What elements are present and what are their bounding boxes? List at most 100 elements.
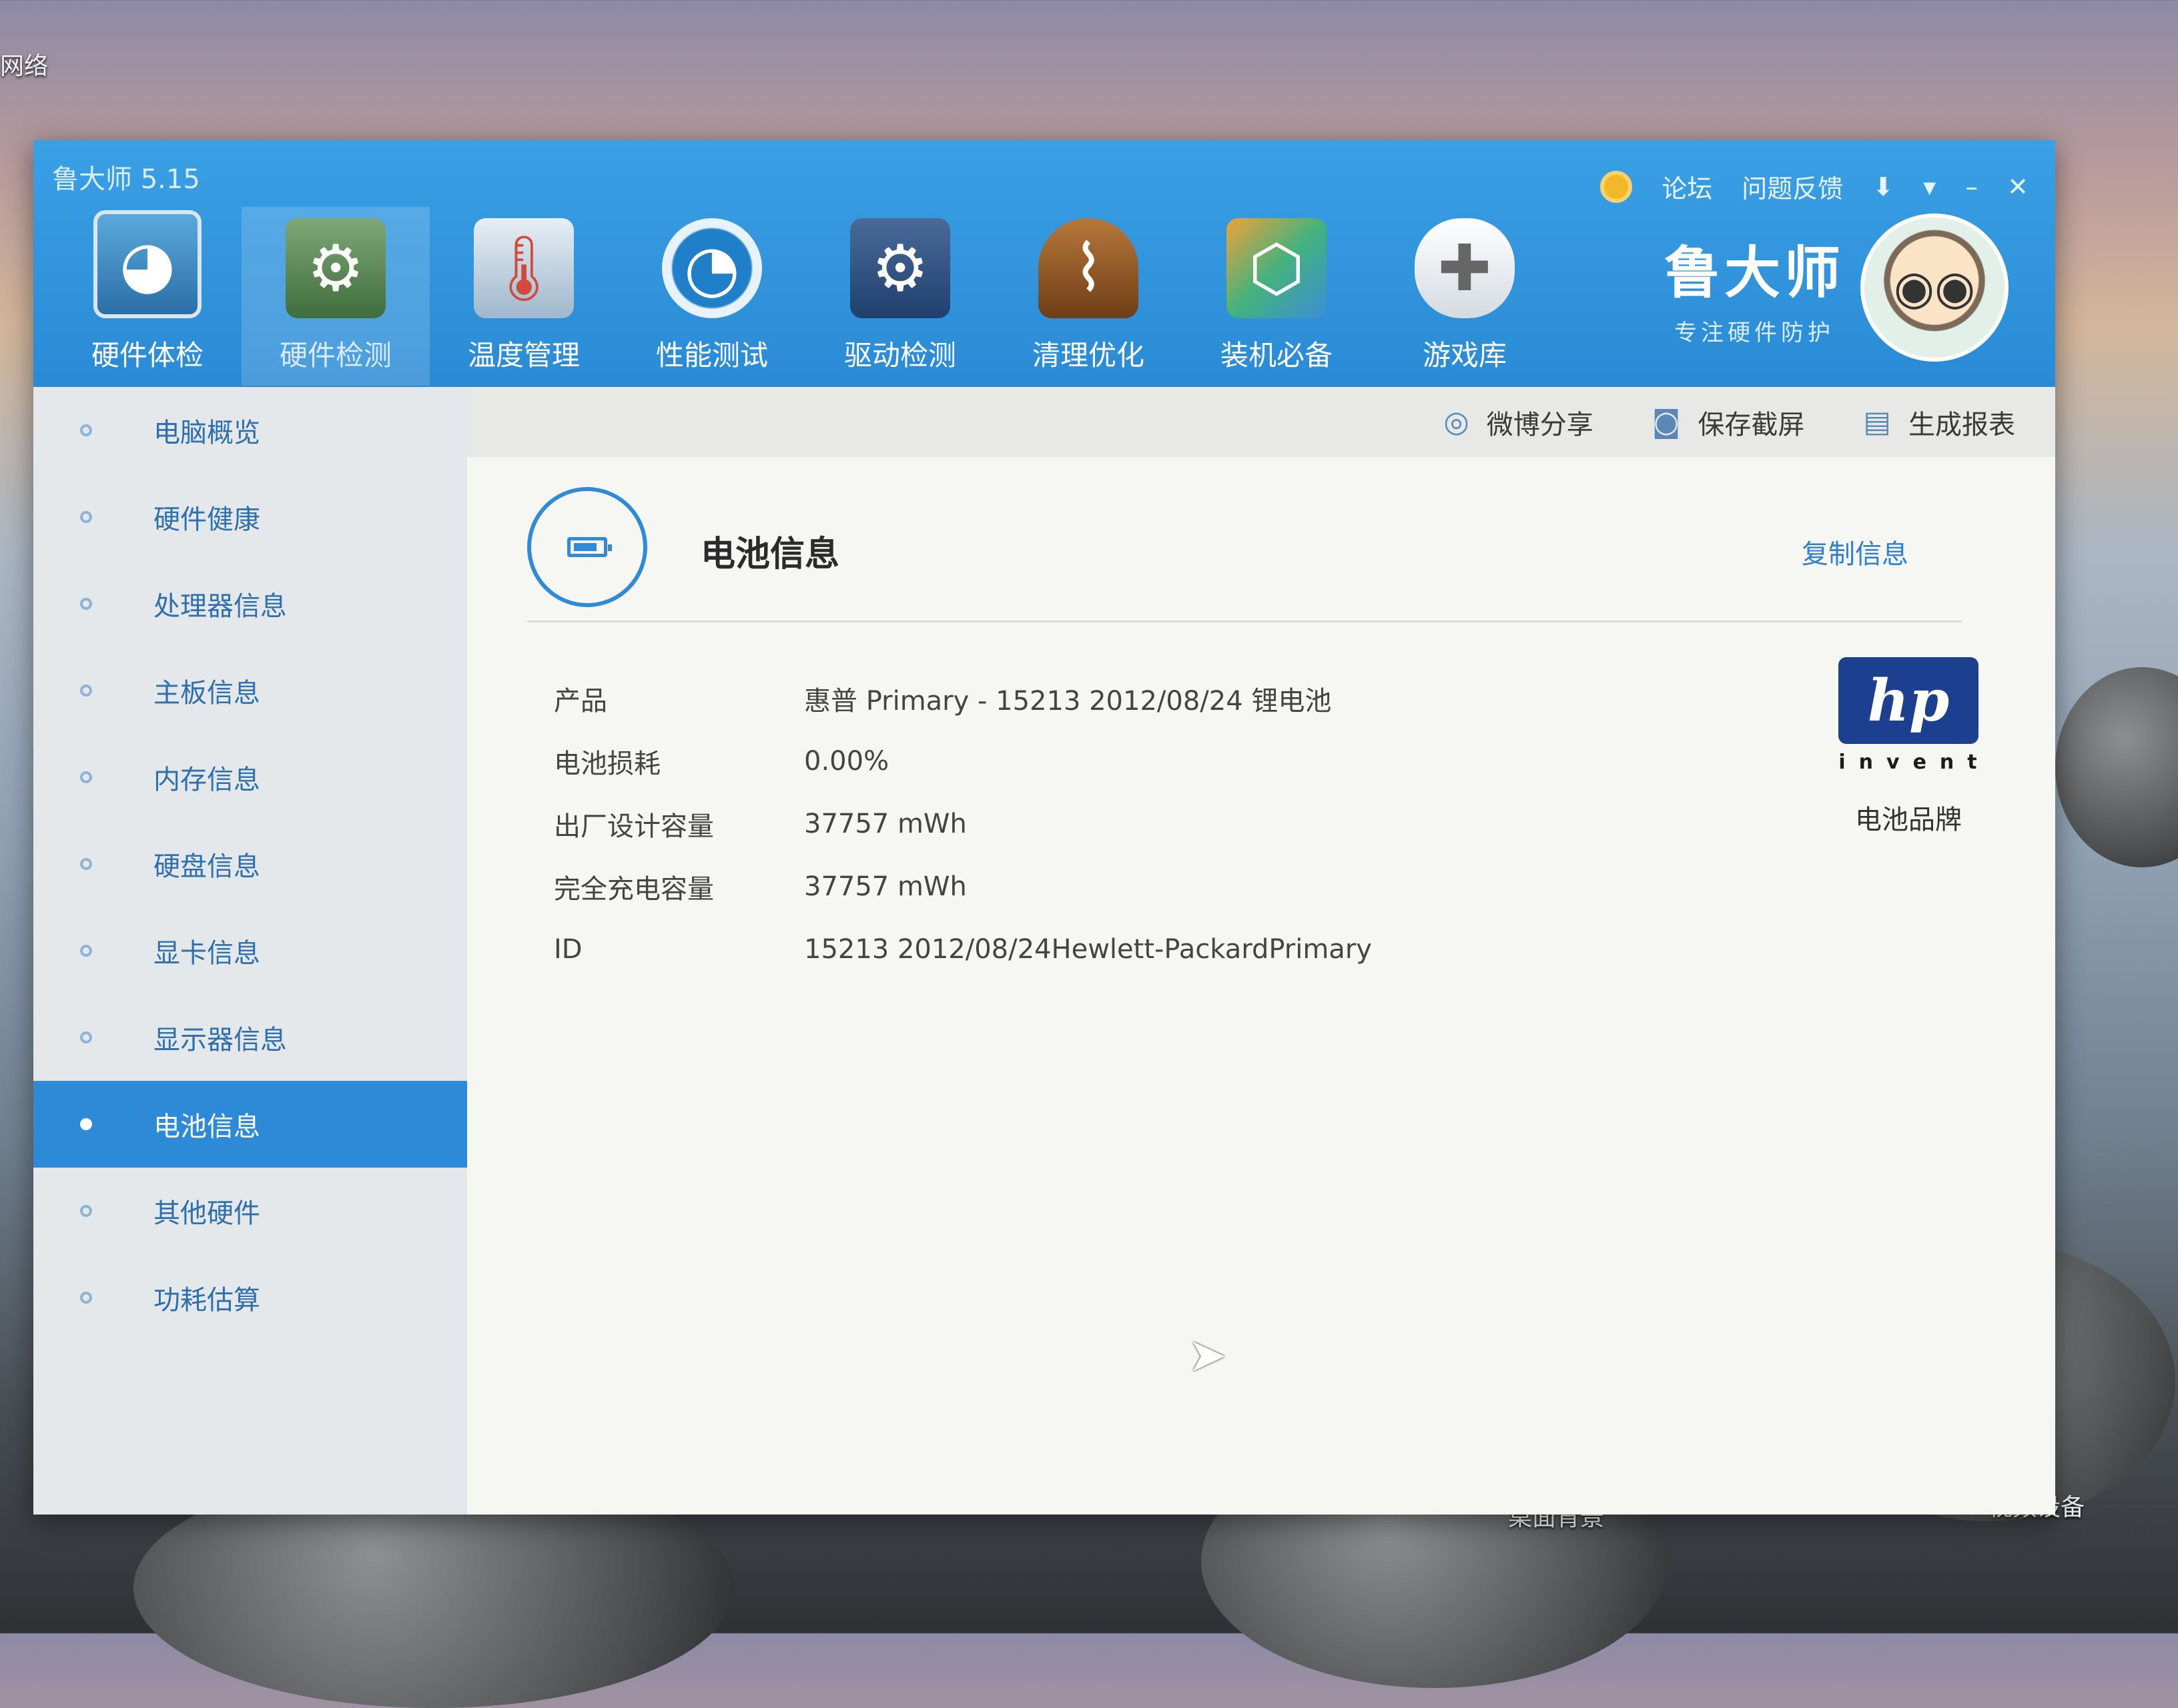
tab-label: 清理优化: [1032, 339, 1144, 372]
report-icon: ▤: [1863, 405, 1891, 439]
battery-brand-caption: 电池品牌: [1855, 805, 1962, 835]
info-key: 出厂设计容量: [554, 811, 714, 842]
brand-slogan: 专注硬件防护: [1674, 320, 1834, 346]
info-key: 产品: [554, 686, 607, 717]
sidebar-item-cpu[interactable]: 处理器信息: [33, 560, 467, 647]
sidebar-item-label: 电脑概览: [153, 418, 260, 448]
weibo-share-button[interactable]: ◎ 微博分享: [1443, 403, 1593, 442]
medal-icon[interactable]: [1600, 170, 1633, 203]
copy-info-link[interactable]: 复制信息: [1802, 532, 1908, 571]
sidebar-item-gpu[interactable]: 显卡信息: [33, 907, 467, 994]
monitor-icon: ◕: [93, 210, 202, 318]
forum-link[interactable]: 论坛: [1662, 168, 1712, 205]
weibo-share-label: 微博分享: [1486, 409, 1593, 440]
mascot-avatar-icon[interactable]: ◉◉: [1860, 214, 2009, 362]
sidebar-item-overview[interactable]: 电脑概览: [33, 387, 467, 474]
feedback-link[interactable]: 问题反馈: [1742, 168, 1843, 205]
sidebar-item-label: 硬盘信息: [153, 851, 260, 882]
bullet-icon: [80, 858, 92, 870]
sidebar-item-display[interactable]: 显示器信息: [33, 994, 467, 1081]
tab-cleanup[interactable]: ⌇ 清理优化: [994, 207, 1182, 386]
tab-driver[interactable]: ⚙ 驱动检测: [806, 207, 994, 386]
sidebar-item-label: 硬件健康: [153, 504, 260, 535]
speedometer-icon: ◔: [662, 218, 762, 318]
weibo-icon: ◎: [1443, 405, 1469, 439]
sidebar-item-memory[interactable]: 内存信息: [33, 734, 467, 821]
toolbar: ◎ 微博分享 ◙ 保存截屏 ▤ 生成报表: [467, 387, 2055, 457]
info-value: 37757 mWh: [804, 809, 967, 839]
thermometer-icon: 🌡: [474, 218, 574, 318]
info-row: 完全充电容量 37757 mWh: [554, 855, 1372, 918]
bullet-icon: [80, 1205, 92, 1217]
sidebar-item-label: 显示器信息: [153, 1025, 287, 1055]
bullet-icon: [80, 598, 92, 610]
info-row: 电池损耗 0.00%: [554, 730, 1372, 793]
cube-icon: ⬡: [1226, 218, 1327, 318]
tab-label: 硬件检测: [279, 339, 392, 372]
brand-area: 鲁大师 专注硬件防护 ◉◉: [1664, 214, 2009, 362]
sidebar-item-motherboard[interactable]: 主板信息: [33, 647, 467, 734]
info-key: 完全充电容量: [554, 874, 714, 905]
battery-info-table: 产品 惠普 Primary - 15213 2012/08/24 锂电池 电池损耗…: [554, 667, 1372, 981]
desktop-icon-network[interactable]: 网络: [0, 47, 48, 81]
broom-icon: ⌇: [1038, 218, 1138, 318]
tab-essentials[interactable]: ⬡ 装机必备: [1182, 207, 1371, 386]
sidebar-item-label: 电池信息: [153, 1112, 260, 1142]
bullet-icon: [80, 511, 92, 523]
graphics-card-icon: ⚙: [286, 218, 386, 318]
info-key: 电池损耗: [554, 749, 661, 779]
bullet-icon: [80, 1118, 92, 1130]
sidebar-item-other[interactable]: 其他硬件: [33, 1168, 467, 1254]
app-title: 鲁大师 5.15: [52, 164, 200, 195]
close-icon[interactable]: ✕: [2007, 172, 2029, 201]
save-screenshot-button[interactable]: ◙ 保存截屏: [1652, 403, 1805, 442]
camera-icon: ◙: [1652, 405, 1681, 439]
tab-games[interactable]: ✚ 游戏库: [1371, 207, 1559, 386]
info-value: 惠普 Primary - 15213 2012/08/24 锂电池: [804, 686, 1332, 717]
hp-logo: hp: [1838, 657, 1978, 744]
tab-label: 游戏库: [1422, 339, 1507, 372]
info-row: 出厂设计容量 37757 mWh: [554, 793, 1372, 855]
sidebar-item-label: 内存信息: [153, 765, 260, 795]
minimize-icon[interactable]: –: [1965, 172, 1978, 201]
sidebar-item-disk[interactable]: 硬盘信息: [33, 821, 467, 907]
bullet-icon: [80, 685, 92, 697]
info-value: 0.00%: [804, 746, 889, 777]
generate-report-label: 生成报表: [1908, 409, 2015, 440]
tab-label: 驱动检测: [843, 339, 956, 372]
tab-hardware-checkup[interactable]: ◕ 硬件体检: [53, 207, 242, 386]
tab-label: 性能测试: [655, 339, 768, 372]
bullet-icon: [80, 424, 92, 436]
bullet-icon: [80, 771, 92, 783]
mouse-cursor-icon: ➤: [1188, 1328, 1227, 1382]
sidebar-item-power[interactable]: 功耗估算: [33, 1254, 467, 1341]
bullet-icon: [80, 1031, 92, 1043]
save-screenshot-label: 保存截屏: [1698, 409, 1805, 440]
main-nav: ◕ 硬件体检 ⚙ 硬件检测 🌡 温度管理 ◔ 性能测试 ⚙ 驱动检测 ⌇ 清理优…: [53, 207, 1559, 386]
sidebar-item-label: 主板信息: [153, 678, 260, 709]
tab-temperature[interactable]: 🌡 温度管理: [430, 207, 618, 386]
section-header: 电池信息 复制信息: [527, 487, 1962, 622]
sidebar-item-health[interactable]: 硬件健康: [33, 474, 467, 560]
bullet-icon: [80, 1292, 92, 1304]
gamepad-icon: ✚: [1415, 218, 1515, 318]
upgrade-icon[interactable]: ⬇: [1872, 172, 1894, 201]
info-key: ID: [554, 934, 583, 965]
tab-performance[interactable]: ◔ 性能测试: [618, 207, 806, 386]
section-title: 电池信息: [701, 534, 840, 574]
menu-dropdown-icon[interactable]: ▾: [1923, 172, 1936, 201]
hp-logo-subtext: invent: [1838, 751, 1990, 774]
info-value: 37757 mWh: [804, 871, 967, 902]
tab-hardware-detect[interactable]: ⚙ 硬件检测: [242, 207, 430, 386]
content-panel: ◎ 微博分享 ◙ 保存截屏 ▤ 生成报表 电池信息 复制信息 产品 惠普 Prim…: [467, 387, 2055, 1515]
sidebar-item-battery[interactable]: 电池信息: [33, 1081, 467, 1168]
sidebar-item-label: 其他硬件: [153, 1198, 260, 1229]
sidebar-item-label: 处理器信息: [153, 591, 287, 622]
info-row: 产品 惠普 Primary - 15213 2012/08/24 锂电池: [554, 667, 1372, 730]
desktop-rock: [2055, 667, 2178, 867]
tab-label: 装机必备: [1220, 339, 1333, 372]
generate-report-button[interactable]: ▤ 生成报表: [1863, 403, 2015, 442]
info-value: 15213 2012/08/24Hewlett-PackardPrimary: [804, 934, 1372, 965]
battery-icon: [527, 487, 647, 607]
info-row: ID 15213 2012/08/24Hewlett-PackardPrimary: [554, 918, 1372, 981]
